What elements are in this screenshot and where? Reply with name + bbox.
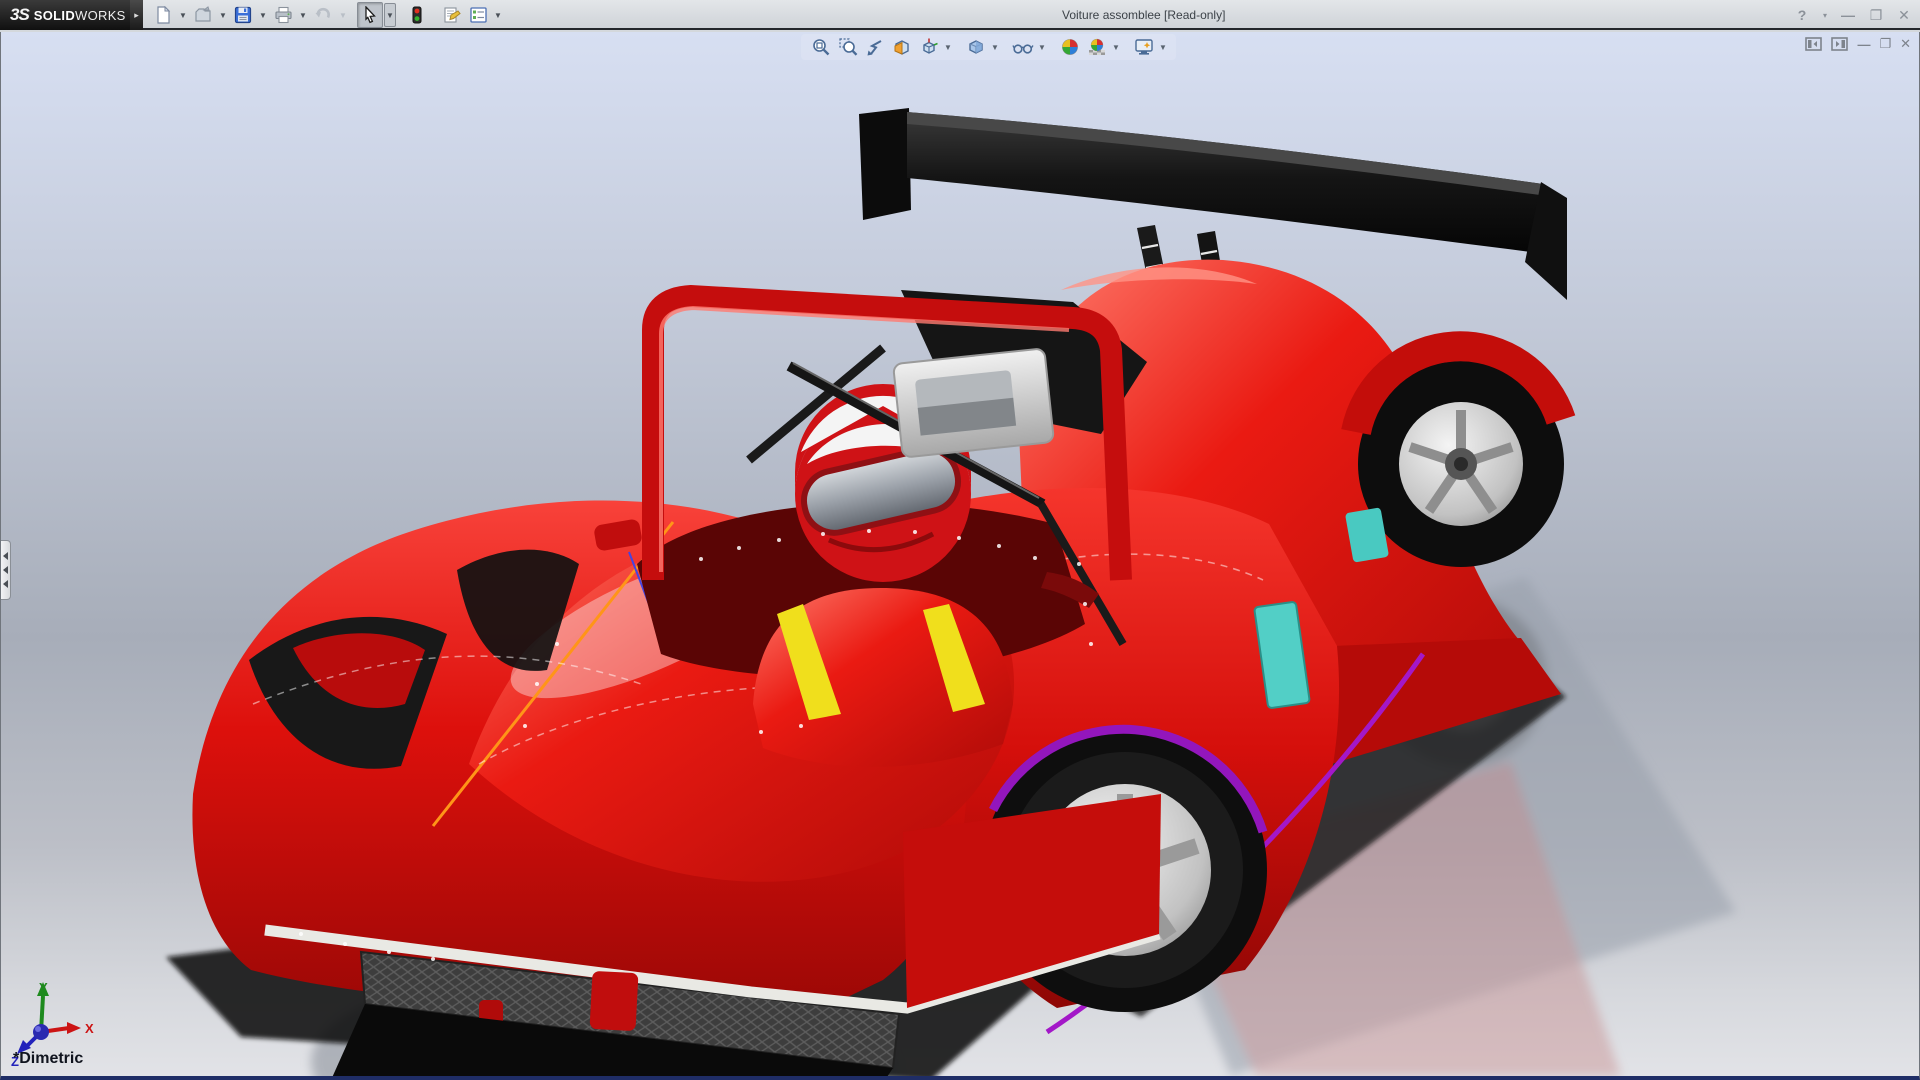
document-window-controls: — ❐ ✕	[1805, 36, 1911, 52]
feature-manager-collapsed-tab[interactable]	[1, 540, 11, 600]
view-orientation-caret[interactable]: ▼	[944, 43, 953, 52]
title-bar: 3S SOLIDWORKS ▸ ▼ ▼	[0, 0, 1920, 30]
previous-view-icon	[865, 37, 885, 57]
select-cursor-icon	[362, 6, 378, 24]
pane-right-icon	[1831, 37, 1848, 51]
section-view-icon	[892, 37, 912, 57]
heads-up-view-toolbar: ▼ ▼ ▼	[801, 34, 1176, 60]
options-dropdown-caret[interactable]: ▼	[492, 2, 504, 28]
new-dropdown-caret[interactable]: ▼	[177, 2, 189, 28]
view-orientation-cube-icon	[919, 37, 939, 57]
rear-right-wheel[interactable]	[1356, 346, 1564, 567]
apply-scene-button[interactable]	[1085, 35, 1109, 59]
select-tool-button[interactable]	[357, 2, 383, 28]
dassault-3ds-logo-icon: 3S	[10, 5, 29, 25]
section-view-button[interactable]	[890, 35, 914, 59]
solidworks-logo: 3S SOLIDWORKS	[0, 0, 130, 30]
minimize-button[interactable]: —	[1838, 7, 1858, 23]
apply-scene-caret[interactable]: ▼	[1112, 43, 1121, 52]
traffic-light-icon	[411, 6, 423, 25]
open-dropdown-caret[interactable]: ▼	[217, 2, 229, 28]
air-intake	[893, 348, 1054, 457]
zoom-to-fit-button[interactable]	[809, 35, 833, 59]
view-settings-icon	[1134, 37, 1154, 57]
save-dropdown-caret[interactable]: ▼	[257, 2, 269, 28]
display-style-cube-icon	[966, 37, 986, 57]
undo-button[interactable]	[310, 2, 336, 28]
chevron-left-icon	[3, 552, 8, 560]
hide-show-items-caret[interactable]: ▼	[1038, 43, 1047, 52]
zoom-to-area-button[interactable]	[836, 35, 860, 59]
print-button[interactable]	[270, 2, 296, 28]
view-settings-caret[interactable]: ▼	[1159, 43, 1168, 52]
hide-show-items-button[interactable]	[1011, 35, 1035, 59]
eyeglasses-icon	[1012, 37, 1034, 57]
view-orientation-label: *Dimetric	[13, 1050, 83, 1068]
previous-view-button[interactable]	[863, 35, 887, 59]
rebuild-button[interactable]	[404, 2, 430, 28]
main-toolbar: ▼ ▼ ▼	[150, 0, 504, 30]
display-style-caret[interactable]: ▼	[991, 43, 1000, 52]
zoom-to-area-icon	[838, 37, 858, 57]
help-button[interactable]: ?	[1792, 7, 1812, 23]
printer-icon	[274, 6, 293, 24]
zoom-to-fit-icon	[811, 37, 831, 57]
solidworks-wordmark: SOLIDWORKS	[34, 8, 126, 23]
model-viewport-render[interactable]	[1, 32, 1919, 1076]
help-dropdown-caret[interactable]: ▾	[1820, 11, 1830, 20]
document-close-button[interactable]: ✕	[1900, 36, 1911, 52]
restore-button[interactable]: ❐	[1866, 7, 1886, 24]
document-minimize-button[interactable]: —	[1857, 37, 1870, 52]
chevron-left-icon	[3, 566, 8, 574]
open-button[interactable]	[190, 2, 216, 28]
graphics-area[interactable]: ▼ ▼ ▼	[0, 32, 1920, 1080]
window-title: Voiture assomblee [Read-only]	[1062, 0, 1225, 30]
view-settings-button[interactable]	[1132, 35, 1156, 59]
collapse-pane-left-button[interactable]	[1805, 37, 1822, 51]
options-button[interactable]	[465, 2, 491, 28]
new-button[interactable]	[150, 2, 176, 28]
new-document-icon	[154, 6, 172, 24]
title-bar-controls: ? ▾ — ❐ ✕	[1792, 0, 1914, 30]
display-style-button[interactable]	[964, 35, 988, 59]
undo-dropdown-caret[interactable]: ▼	[337, 2, 349, 28]
options-checklist-icon	[469, 6, 488, 24]
file-properties-button[interactable]	[438, 2, 464, 28]
print-dropdown-caret[interactable]: ▼	[297, 2, 309, 28]
menu-flyout-arrow-icon[interactable]: ▸	[130, 0, 143, 30]
edit-appearance-button[interactable]	[1058, 35, 1082, 59]
triad-y-label: Y	[39, 980, 48, 995]
pane-left-icon	[1805, 37, 1822, 51]
select-dropdown-caret[interactable]: ▼	[384, 3, 396, 27]
undo-arrow-icon	[314, 6, 333, 24]
appearance-ball-icon	[1060, 37, 1080, 57]
open-folder-icon	[194, 6, 213, 24]
save-button[interactable]	[230, 2, 256, 28]
chevron-left-icon	[3, 580, 8, 588]
file-properties-icon	[442, 6, 461, 24]
document-restore-button[interactable]: ❐	[1879, 36, 1891, 52]
view-orientation-button[interactable]	[917, 35, 941, 59]
collapse-pane-right-button[interactable]	[1831, 37, 1848, 51]
triad-x-label: X	[85, 1021, 94, 1036]
save-floppy-icon	[234, 6, 252, 24]
solidworks-window: 3S SOLIDWORKS ▸ ▼ ▼	[0, 0, 1920, 1080]
apply-scene-icon	[1087, 37, 1107, 57]
close-button[interactable]: ✕	[1894, 7, 1914, 24]
